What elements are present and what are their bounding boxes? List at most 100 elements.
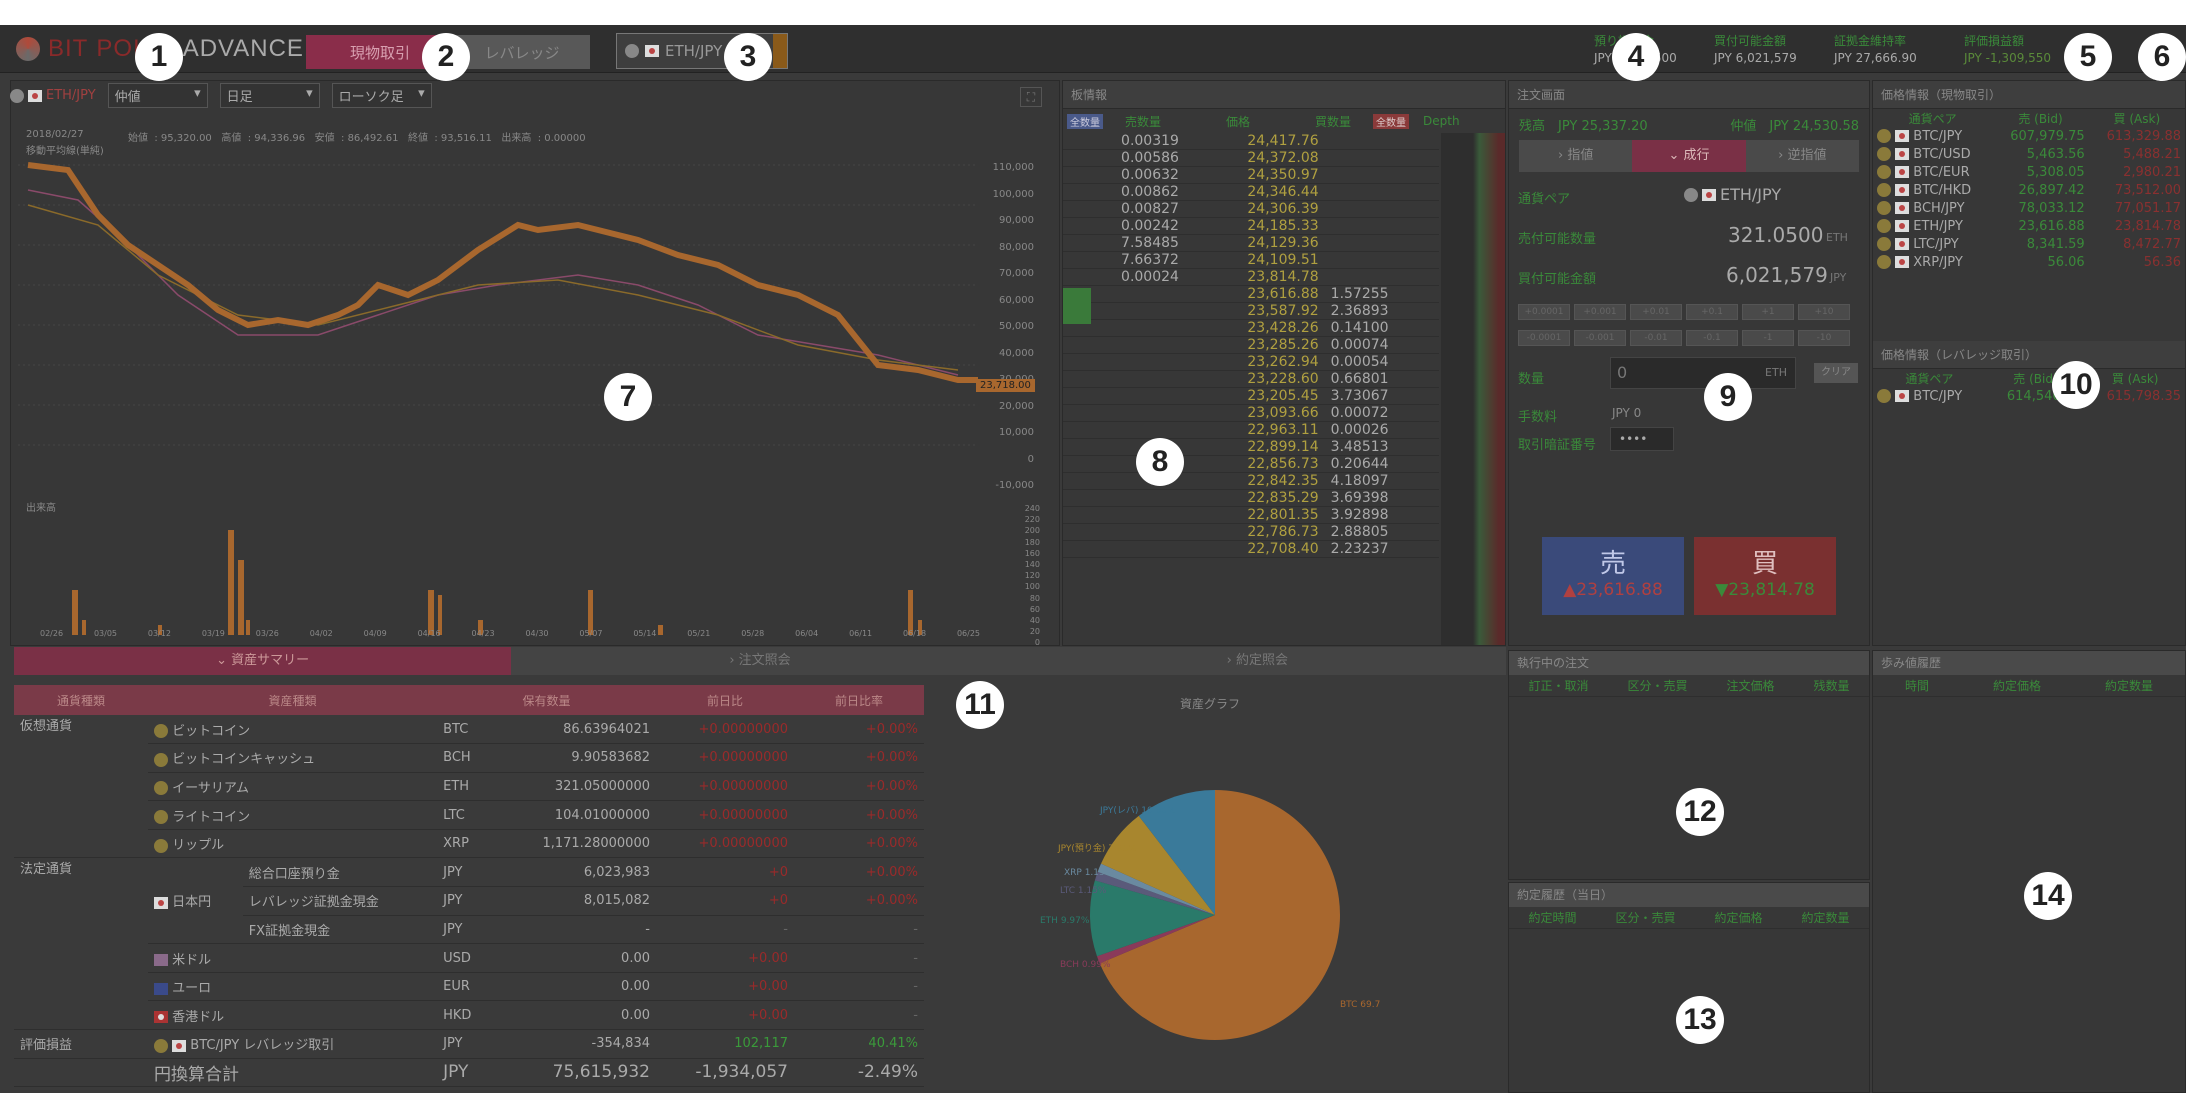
orderbook-row[interactable]: 0.00862 24,346.44 <box>1063 183 1439 202</box>
orderbook-row[interactable]: 23,205.45 3.73067 <box>1063 387 1439 406</box>
col-sell: 売数量 <box>1124 114 1161 129</box>
price: 22,786.73 <box>1184 523 1325 542</box>
rate-row[interactable]: XRP/JPY 56.06 56.36 <box>1873 253 2185 271</box>
stat-value: JPY 27,666.90 <box>1834 51 1917 65</box>
all-qty-sell-button[interactable]: 全数量 <box>1067 113 1103 129</box>
price: 23,285.26 <box>1184 336 1325 355</box>
qty-minus-button[interactable]: -1 <box>1742 330 1794 346</box>
stat-maintenance: 証拠金維持率 JPY 27,666.90 <box>1834 33 1917 67</box>
orderbook-row[interactable]: 23,587.92 2.36893 <box>1063 302 1439 321</box>
qty-plus-button[interactable]: +10 <box>1798 304 1850 320</box>
tab-limit[interactable]: › 指値 <box>1519 140 1633 172</box>
tab-execution-inquiry[interactable]: › 約定照会 <box>1008 647 1506 675</box>
x-tick: 05/07 <box>579 629 603 638</box>
orderbook-row[interactable]: 22,835.29 3.69398 <box>1063 489 1439 508</box>
clear-button[interactable]: クリア <box>1814 363 1858 383</box>
qty-input[interactable]: 0 ETH <box>1610 357 1796 389</box>
asset-pie-chart[interactable]: BTC 69.74% BCH 0.99% ETH 9.97% LTC 1.15% XRP… <box>1000 745 1380 1075</box>
qty-plus-button[interactable]: +0.01 <box>1630 304 1682 320</box>
volume-axis: 240 220 200 180 160 140 120 100 80 60 40 20 0 <box>1010 503 1040 649</box>
trading-app: BITPOINTADVANCE 現物取引 レバレッジ ETH/JPY 預り証拠金… <box>0 25 2186 1093</box>
tab-stop[interactable]: › 逆指値 <box>1745 140 1859 172</box>
orderbook-row[interactable]: 0.00586 24,372.08 <box>1063 149 1439 168</box>
price-chart[interactable] <box>18 145 1018 475</box>
coin-icon <box>1877 237 1891 251</box>
qty-minus-button[interactable]: -10 <box>1798 330 1850 346</box>
rate-row[interactable]: ETH/JPY 23,616.88 23,814.78 <box>1873 217 2185 235</box>
pin-input[interactable]: •••• <box>1610 427 1674 451</box>
asset-symbol: LTC <box>437 800 493 830</box>
tab-order-inquiry[interactable]: › 注文照会 <box>511 647 1009 675</box>
sell-qty: 0.00827 <box>1063 200 1185 219</box>
orderbook-row[interactable]: 23,093.66 0.00072 <box>1063 404 1439 423</box>
sell-button[interactable]: 売 ▲23,616.88 <box>1542 537 1684 615</box>
qty-minus-button[interactable]: -0.001 <box>1574 330 1626 346</box>
rate-row[interactable]: LTC/JPY 8,341.59 8,472.77 <box>1873 235 2185 253</box>
qty-plus-button[interactable]: +0.0001 <box>1518 304 1570 320</box>
vol-tick: 40 <box>1029 616 1040 626</box>
qty-plus-button[interactable]: +1 <box>1742 304 1794 320</box>
orderbook-row[interactable]: 22,963.11 0.00026 <box>1063 421 1439 440</box>
orderbook-row[interactable]: 22,708.40 2.23237 <box>1063 540 1439 559</box>
last-price-label: 23,718.00 <box>976 379 1035 392</box>
col-bid: 売 (Bid) <box>2018 111 2063 126</box>
orderbook-row[interactable]: 23,616.88 1.57255 <box>1063 285 1439 304</box>
rate-pair: BTC/EUR <box>1873 163 1992 181</box>
orderbook-row[interactable]: 22,801.35 3.92898 <box>1063 506 1439 525</box>
orderbook-row[interactable]: 22,856.73 0.20644 <box>1063 455 1439 474</box>
sell-qty <box>1063 353 1185 372</box>
stat-pl: 評価損益額 JPY -1,309,550 <box>1964 33 2051 67</box>
qty-plus-button[interactable]: +0.1 <box>1686 304 1738 320</box>
orderbook-row[interactable]: 0.00319 24,417.76 <box>1063 133 1439 151</box>
orderbook-row[interactable]: 7.66372 24,109.51 <box>1063 251 1439 270</box>
orderbook-row[interactable]: 0.00827 24,306.39 <box>1063 200 1439 219</box>
leverage-trading-button[interactable]: レバレッジ <box>454 35 590 69</box>
orderbook-head: 全数量 売数量 価格 買数量 全数量 Depth <box>1063 109 1505 133</box>
rate-row[interactable]: BTC/JPY 614,546.12 615,798.35 <box>1873 387 2185 405</box>
orderbook-row[interactable]: 22,899.14 3.48513 <box>1063 438 1439 457</box>
stat-label: 証拠金維持率 <box>1834 34 1907 48</box>
asset-row: リップル XRP 1,171.28000000 +0.00000000 +0.00% <box>14 829 924 859</box>
qty-minus-button[interactable]: -0.01 <box>1630 330 1682 346</box>
asset-change-pct: - <box>794 943 924 973</box>
rate-row[interactable]: BTC/EUR 5,308.05 2,980.21 <box>1873 163 2185 181</box>
all-qty-buy-button[interactable]: 全数量 <box>1373 113 1409 129</box>
orderbook-row[interactable]: 7.58485 24,129.36 <box>1063 234 1439 253</box>
asset-name-label: ビットコイン <box>172 723 251 739</box>
rate-row[interactable]: BTC/USD 5,463.56 5,488.21 <box>1873 145 2185 163</box>
orderbook-row[interactable]: 23,262.94 0.00054 <box>1063 353 1439 372</box>
jp-flag-icon <box>1702 188 1716 201</box>
tab-asset-summary[interactable]: ⌄ 資産サマリー <box>14 647 512 675</box>
tab-market[interactable]: ⌄ 成行 <box>1632 140 1746 172</box>
chart-pair[interactable]: ETH/JPY <box>10 88 96 103</box>
chart-style-dropdown[interactable]: ローソク足 ▾ <box>331 83 432 108</box>
qty-minus-button[interactable]: -0.0001 <box>1518 330 1570 346</box>
price: 24,372.08 <box>1184 149 1325 168</box>
asset-row: 仮想通貨 ビットコイン BTC 86.63964021 +0.00000000 +0.0… <box>14 715 924 859</box>
pie-title: 資産グラフ <box>1180 697 1241 711</box>
rate-row[interactable]: BTC/HKD 26,897.42 73,512.00 <box>1873 181 2185 199</box>
orderbook-row[interactable]: 23,428.26 0.14100 <box>1063 319 1439 338</box>
price-type-dropdown[interactable]: 仲値 ▾ <box>107 83 208 108</box>
flag-icon <box>1895 130 1910 142</box>
orderbook-row[interactable]: 0.00024 23,814.78 <box>1063 268 1439 287</box>
fullscreen-icon[interactable]: ⛶ <box>1020 87 1042 107</box>
qty-plus-button[interactable]: +0.001 <box>1574 304 1626 320</box>
chevron-down-icon: ▾ <box>418 86 425 101</box>
orderbook-row[interactable]: 22,786.73 2.88805 <box>1063 523 1439 542</box>
orderbook-row[interactable]: 23,285.26 0.00074 <box>1063 336 1439 355</box>
qty-minus-button[interactable]: -0.1 <box>1686 330 1738 346</box>
interval-dropdown[interactable]: 日足 ▾ <box>219 83 320 108</box>
asset-change-pct: +0.00% <box>794 857 924 888</box>
rate-pair-label: BTC/JPY <box>1913 388 1963 404</box>
orderbook-row[interactable]: 0.00632 24,350.97 <box>1063 166 1439 185</box>
rate-row[interactable]: BCH/JPY 78,033.12 77,051.17 <box>1873 199 2185 217</box>
orderbook-row[interactable]: 0.00242 24,185.33 <box>1063 217 1439 236</box>
orderbook-row[interactable]: 22,842.35 4.18097 <box>1063 472 1439 491</box>
group-label: 法定通貨 <box>14 857 148 1031</box>
buy-qty: 2.23237 <box>1324 540 1439 559</box>
orderbook-row[interactable]: 23,228.60 0.66801 <box>1063 370 1439 389</box>
rate-row[interactable]: BTC/JPY 607,979.75 613,329.88 <box>1873 127 2185 145</box>
callout-9: 9 <box>1704 373 1752 421</box>
buy-button[interactable]: 買 ▼23,814.78 <box>1694 537 1836 615</box>
